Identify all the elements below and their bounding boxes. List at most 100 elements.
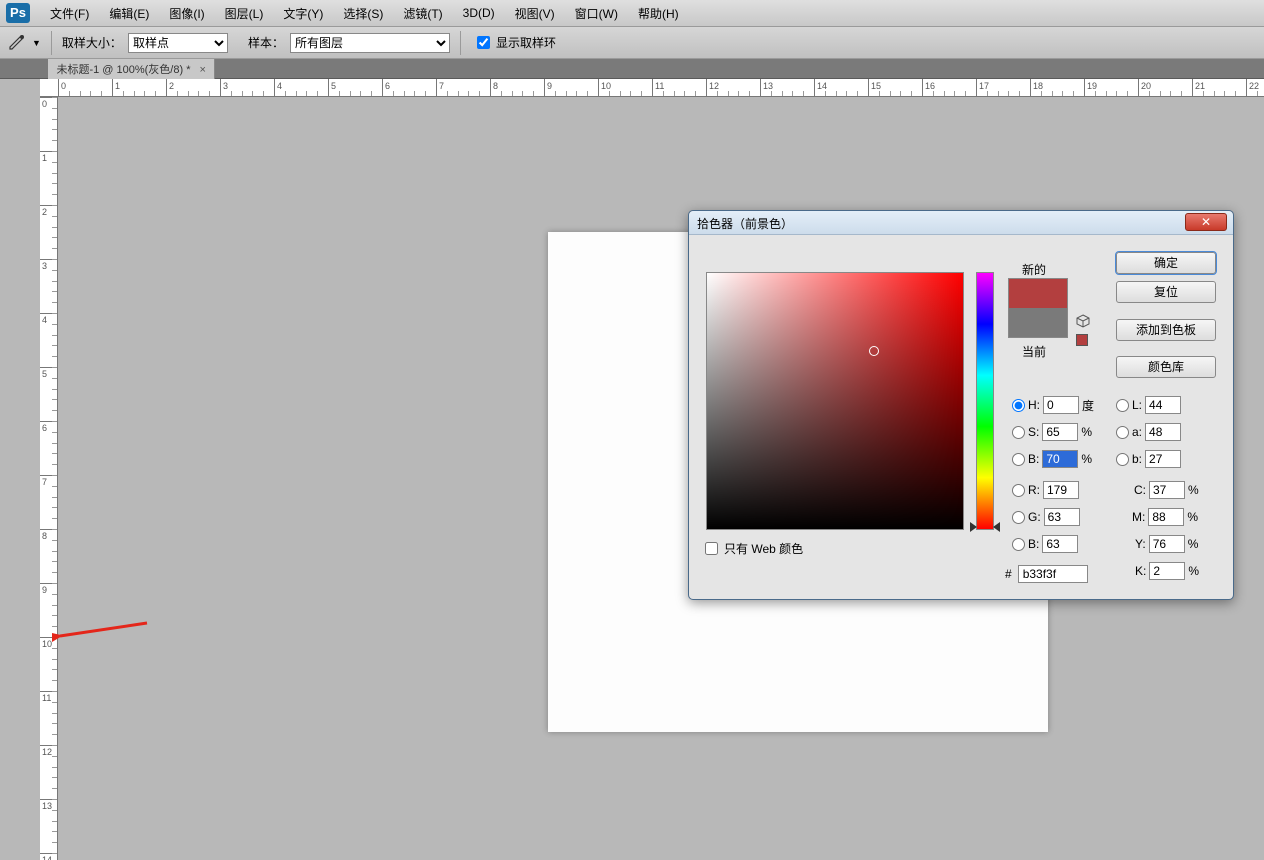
menu-select[interactable]: 选择(S) [333,5,393,22]
eyedropper-icon [6,33,26,53]
dialog-close-button[interactable]: ✕ [1185,213,1227,231]
c-unit: % [1188,483,1199,497]
menu-view[interactable]: 视图(V) [505,5,565,22]
s-row: S: % [1012,423,1092,441]
menu-bar: Ps 文件(F) 编辑(E) 图像(I) 图层(L) 文字(Y) 选择(S) 滤… [0,0,1264,27]
k-label: K: [1135,564,1146,578]
new-color-swatch [1009,279,1067,308]
dialog-title: 拾色器（前景色） [697,217,793,231]
hex-row: # [1005,565,1088,583]
y-row: Y: % [1135,535,1198,553]
r-input[interactable] [1043,481,1079,499]
m-unit: % [1187,510,1198,524]
app-logo: Ps [6,3,30,23]
m-input[interactable] [1148,508,1184,526]
k-input[interactable] [1149,562,1185,580]
s-label: S: [1028,425,1039,439]
add-swatch-button[interactable]: 添加到色板 [1116,319,1216,341]
dialog-titlebar[interactable]: 拾色器（前景色） ✕ [689,211,1233,235]
gamut-warning-swatch[interactable] [1076,334,1088,346]
hex-prefix: # [1005,567,1012,581]
y-unit: % [1188,537,1199,551]
color-libraries-button[interactable]: 颜色库 [1116,356,1216,378]
show-ring-label: 显示取样环 [496,34,556,51]
color-field-cursor [869,346,879,356]
current-color-label: 当前 [1022,343,1046,360]
color-preview [1008,278,1068,338]
a-label: a: [1132,425,1142,439]
b-radio[interactable] [1116,453,1129,466]
c-input[interactable] [1149,481,1185,499]
ruler-vertical[interactable]: 02468101214135791113 [40,97,58,860]
g-label: G: [1028,510,1041,524]
b-input[interactable] [1145,450,1181,468]
g-input[interactable] [1044,508,1080,526]
menu-file[interactable]: 文件(F) [40,5,99,22]
menu-image[interactable]: 图像(I) [159,5,214,22]
reset-button[interactable]: 复位 [1116,281,1216,303]
s-input[interactable] [1042,423,1078,441]
annotation-arrow-icon [52,619,152,643]
a-row: a: [1116,423,1181,441]
bb-label: B: [1028,537,1039,551]
m-label: M: [1132,510,1145,524]
k-unit: % [1188,564,1199,578]
hue-slider[interactable] [976,272,994,530]
caret-down-icon[interactable]: ▼ [32,38,41,48]
bb-radio[interactable] [1012,538,1025,551]
a-radio[interactable] [1116,426,1129,439]
document-tab-row: 未标题-1 @ 100%(灰色/8) * × [0,59,1264,79]
ruler-horizontal[interactable]: 012345678910111213141516171819202122 [40,79,1264,97]
menu-help[interactable]: 帮助(H) [628,5,689,22]
menu-type[interactable]: 文字(Y) [273,5,333,22]
tab-close-icon[interactable]: × [200,64,206,76]
color-field[interactable] [706,272,964,530]
r-label: R: [1028,483,1040,497]
s-radio[interactable] [1012,426,1025,439]
r-row: R: [1012,481,1079,499]
y-input[interactable] [1149,535,1185,553]
b-label: b: [1132,452,1142,466]
bb-row: B: [1012,535,1078,553]
y-label: Y: [1135,537,1146,551]
l-input[interactable] [1145,396,1181,414]
bv-input[interactable] [1042,450,1078,468]
menu-filter[interactable]: 滤镜(T) [393,5,452,22]
menu-window[interactable]: 窗口(W) [565,5,628,22]
a-input[interactable] [1145,423,1181,441]
m-row: M: % [1132,508,1198,526]
h-radio[interactable] [1012,399,1025,412]
bv-radio[interactable] [1012,453,1025,466]
new-color-label: 新的 [1022,261,1046,278]
hex-input[interactable] [1018,565,1088,583]
c-row: C: % [1134,481,1199,499]
ok-button[interactable]: 确定 [1116,252,1216,274]
separator [460,31,461,55]
l-row: L: [1116,396,1181,414]
bb-input[interactable] [1042,535,1078,553]
sample-size-label: 取样大小： [62,34,122,51]
l-label: L: [1132,398,1142,412]
sample-label: 样本： [248,34,284,51]
menu-3d[interactable]: 3D(D) [453,6,505,20]
options-bar: ▼ 取样大小： 取样点 样本： 所有图层 显示取样环 [0,27,1264,59]
menu-layer[interactable]: 图层(L) [215,5,274,22]
cube-icon[interactable] [1076,314,1090,328]
menu-edit[interactable]: 编辑(E) [99,5,159,22]
g-radio[interactable] [1012,511,1025,524]
web-only-row: 只有 Web 颜色 [705,540,803,557]
current-color-swatch[interactable] [1009,308,1067,337]
h-input[interactable] [1043,396,1079,414]
web-only-checkbox[interactable] [705,542,718,555]
bv-label: B: [1028,452,1039,466]
h-row: H: 度 [1012,396,1094,414]
r-radio[interactable] [1012,484,1025,497]
l-radio[interactable] [1116,399,1129,412]
s-unit: % [1081,425,1092,439]
bv-row: B: % [1012,450,1092,468]
sample-size-select[interactable]: 取样点 [128,33,228,53]
web-only-label: 只有 Web 颜色 [724,540,803,557]
show-ring-checkbox[interactable] [477,36,490,49]
sample-select[interactable]: 所有图层 [290,33,450,53]
document-tab[interactable]: 未标题-1 @ 100%(灰色/8) * × [48,59,215,79]
